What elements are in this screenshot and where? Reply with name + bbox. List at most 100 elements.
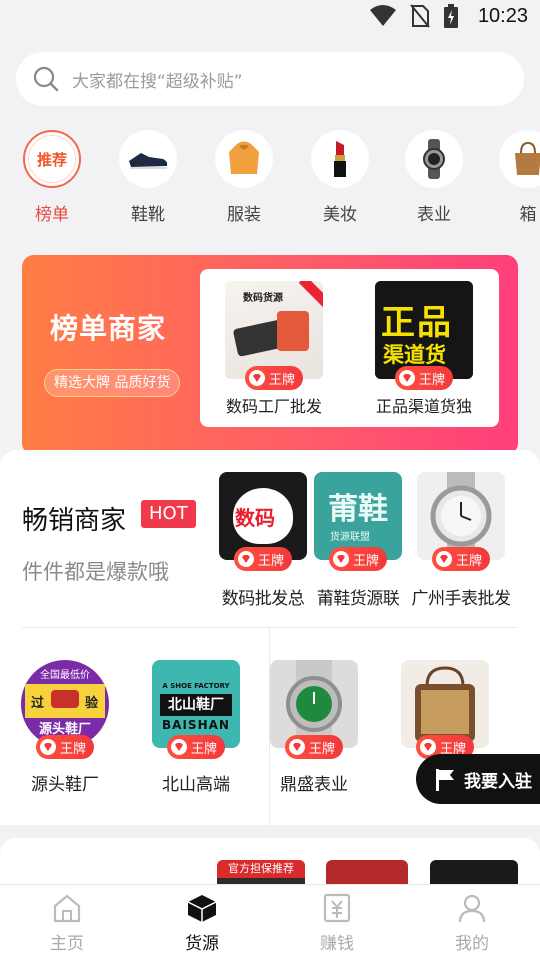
- merchant-image-bg: 正品 渠道货: [375, 281, 473, 379]
- merchant-image: 全国最低价 过 验 源头鞋厂 王牌: [21, 660, 109, 759]
- brand-badge: 王牌: [244, 366, 304, 390]
- hot-subtitle: 件件都是爆款哦: [22, 560, 169, 584]
- hot-title: 畅销商家: [22, 506, 127, 536]
- lipstick-icon: [334, 141, 346, 177]
- merchant-image-text: 莆鞋: [328, 492, 388, 527]
- merchant-name: 鼎盛表业: [280, 775, 348, 795]
- category-clothing[interactable]: 服装: [204, 130, 284, 225]
- hot-tag: HOT: [141, 500, 196, 528]
- merchant-image: 王牌: [417, 472, 505, 571]
- watch-icon: [423, 139, 445, 179]
- hot-merchant-digital[interactable]: 数码 王牌 数码批发总: [213, 472, 313, 609]
- ranking-banner[interactable]: 榜单商家 精选大牌 品质好货 数码货源 王牌 数码工厂批发 正品 渠道货 王牌 …: [22, 255, 518, 455]
- banner-title: 榜单商家: [50, 312, 167, 345]
- diamond-icon: [248, 370, 265, 386]
- divider: [22, 627, 518, 628]
- product-shape: [277, 311, 309, 351]
- merchant-image-text: 数码: [235, 506, 275, 530]
- tab-earn[interactable]: 赚钱: [287, 893, 387, 954]
- badge-label: 王牌: [257, 553, 285, 569]
- join-merchant-button[interactable]: 我要入驻: [416, 754, 540, 804]
- badge-label: 王牌: [59, 741, 87, 757]
- merchant-name: 正品渠道货独: [375, 397, 472, 416]
- merchant-beishan[interactable]: A SHOE FACTORY 北山鞋厂 BAISHAN 王牌 北山高端: [136, 660, 256, 795]
- merchant-image-bg: 数码货源: [225, 281, 323, 379]
- merchant-name: 北山高端: [162, 775, 230, 795]
- home-icon: [53, 894, 81, 923]
- hot-merchant-shoes[interactable]: 莆鞋 货源联盟 王牌 莆鞋货源联: [308, 472, 408, 609]
- brand-badge: 王牌: [233, 547, 293, 571]
- recommend-icon: 推荐: [28, 135, 76, 183]
- brand-badge: 王牌: [394, 366, 454, 390]
- tab-label: 货源: [185, 934, 219, 954]
- clock: 10:23: [477, 4, 528, 27]
- logo-text: 北山鞋厂: [160, 694, 232, 716]
- banner-merchant-digital[interactable]: 数码货源 王牌 数码工厂批发: [204, 281, 344, 417]
- category-makeup[interactable]: 美妆: [300, 130, 380, 225]
- merchant-image: 数码 王牌: [219, 472, 307, 571]
- badge-label: 王牌: [190, 741, 218, 757]
- diamond-icon: [170, 739, 187, 755]
- hot-merchant-watch[interactable]: 王牌 广州手表批发: [411, 472, 511, 609]
- category-circle: [311, 130, 369, 188]
- search-icon: [33, 66, 59, 92]
- merchant-name: 数码工厂批发: [225, 397, 322, 416]
- wifi-icon: [369, 5, 396, 26]
- merchant-name: 莆鞋货源联: [316, 589, 400, 609]
- merchant-image: 王牌: [270, 660, 358, 759]
- diamond-icon: [288, 739, 305, 755]
- brand-badge: 王牌: [166, 735, 226, 759]
- merchant-name: 源头鞋厂: [31, 775, 99, 795]
- brand-badge: 王牌: [35, 735, 95, 759]
- merchant-image: 正品 渠道货 王牌: [375, 281, 473, 390]
- logo-text: 过: [31, 696, 45, 711]
- merchant-image-text: 渠道货: [383, 343, 446, 367]
- category-circle: [119, 130, 177, 188]
- diamond-icon: [332, 551, 349, 567]
- category-circle: [499, 130, 540, 188]
- logo-text: 验: [85, 696, 99, 711]
- shoe-icon: [129, 153, 168, 169]
- merchant-source-shoes[interactable]: 全国最低价 过 验 源头鞋厂 王牌 源头鞋厂: [5, 660, 125, 795]
- merchant-name: 广州手表批发: [411, 589, 512, 609]
- join-label: 我要入驻: [464, 771, 532, 792]
- diamond-icon: [39, 739, 56, 755]
- badge-label: 王牌: [455, 553, 483, 569]
- search-input[interactable]: 大家都在搜“超级补贴”: [16, 52, 524, 106]
- merchant-image-text: 正品: [381, 303, 453, 343]
- category-ranking[interactable]: 推荐 榜单: [12, 130, 92, 225]
- box-icon: [187, 895, 217, 922]
- merchant-dingsheng[interactable]: 王牌 鼎盛表业: [254, 660, 374, 795]
- logo-text: 全国最低价: [40, 670, 90, 681]
- banner-merchant-genuine[interactable]: 正品 渠道货 王牌 正品渠道货独: [354, 281, 494, 417]
- category-label: 箱: [519, 205, 537, 225]
- tab-source[interactable]: 货源: [152, 893, 252, 954]
- brand-badge: 王牌: [431, 547, 491, 571]
- merchant-image: A SHOE FACTORY 北山鞋厂 BAISHAN 王牌: [152, 660, 240, 759]
- ranking-circle: 推荐: [23, 130, 81, 188]
- user-icon: [458, 894, 486, 923]
- merchant-name: 数码批发总: [221, 589, 305, 609]
- category-row: 推荐 榜单 鞋靴 服装 美妆 表业 箱: [0, 130, 540, 240]
- tab-mine[interactable]: 我的: [422, 893, 522, 954]
- category-watch[interactable]: 表业: [394, 130, 474, 225]
- merchant-image: 莆鞋 货源联盟 王牌: [314, 472, 402, 571]
- category-label: 榜单: [35, 205, 69, 225]
- diamond-icon: [237, 551, 254, 567]
- category-label: 服装: [227, 205, 261, 225]
- banner-merchant-panel: 数码货源 王牌 数码工厂批发 正品 渠道货 王牌 正品渠道货独: [200, 269, 499, 427]
- category-bags[interactable]: 箱: [488, 130, 540, 225]
- peek-label: 官方担保推荐: [217, 860, 305, 878]
- category-shoes[interactable]: 鞋靴: [108, 130, 188, 225]
- battery-icon: [443, 4, 458, 28]
- diamond-icon: [419, 739, 436, 755]
- banner-pill: 精选大牌 品质好货: [44, 369, 181, 397]
- tab-label: 主页: [50, 934, 84, 954]
- hoodie-icon: [229, 141, 259, 174]
- status-bar: 10:23: [0, 0, 540, 36]
- diamond-icon: [435, 551, 452, 567]
- money-icon: [323, 893, 351, 923]
- tab-home[interactable]: 主页: [17, 893, 117, 954]
- category-label: 美妆: [323, 205, 357, 225]
- tab-label: 我的: [455, 934, 489, 954]
